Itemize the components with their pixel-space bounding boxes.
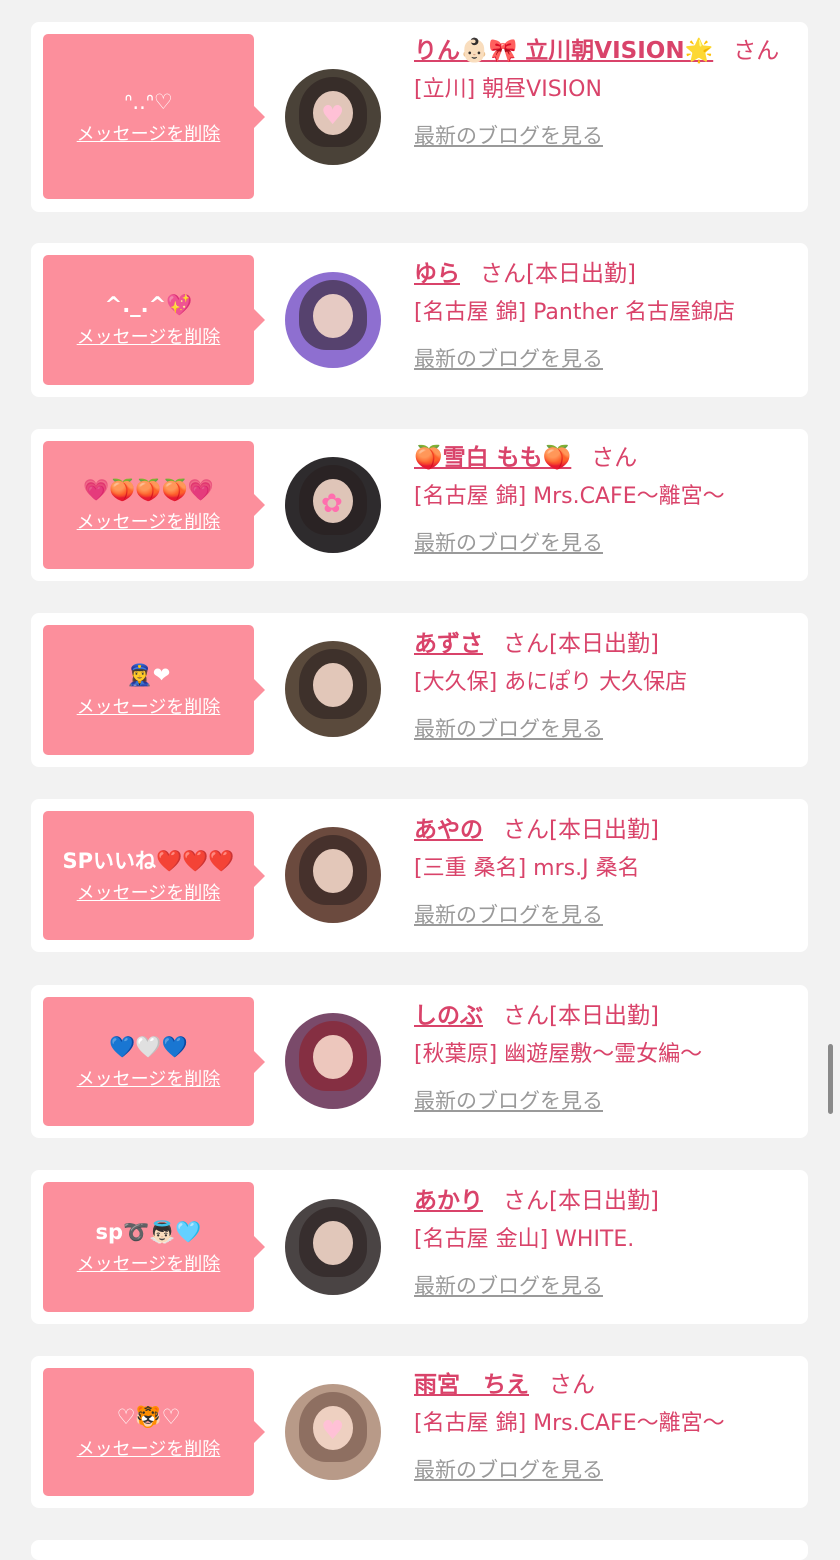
name-suffix: さん[本日出勤]	[480, 261, 636, 287]
favorite-card: 💗🍑🍑🍑💗 メッセージを削除 ✿ 🍑雪白 もも🍑 さん [名古屋 錦] Mrs.C…	[31, 429, 808, 581]
favorite-card	[31, 1540, 808, 1560]
cast-name-link[interactable]: しのぶ	[414, 1003, 483, 1029]
message-bubble: ♡🐯♡ メッセージを削除	[43, 1368, 265, 1496]
delete-message-link[interactable]: メッセージを削除	[77, 1435, 221, 1461]
cast-name-link[interactable]: あずさ	[414, 631, 483, 657]
name-suffix: さん	[591, 445, 638, 471]
avatar[interactable]	[285, 641, 381, 737]
message-bubble: 👮‍♀️❤ メッセージを削除	[43, 625, 265, 755]
cast-name-link[interactable]: あかり	[414, 1188, 483, 1214]
name-suffix: さん[本日出勤]	[503, 631, 659, 657]
message-bubble: SPいいね❤️❤️❤️ メッセージを削除	[43, 811, 265, 940]
message-bubble: 💙🤍💙 メッセージを削除	[43, 997, 265, 1126]
avatar[interactable]	[285, 1199, 381, 1295]
shop-name: [名古屋 錦] Mrs.CAFE〜離宮〜	[414, 1411, 725, 1436]
message-bubble: ^._.^💖 メッセージを削除	[43, 255, 265, 385]
scrollbar[interactable]	[828, 1044, 833, 1114]
message-text: ♡🐯♡	[116, 1405, 181, 1429]
message-bubble: ᐢ..ᐢ♡ メッセージを削除	[43, 34, 265, 199]
message-text: 👮‍♀️❤	[126, 663, 171, 687]
name-suffix: さん[本日出勤]	[503, 1188, 659, 1214]
message-text: ᐢ..ᐢ♡	[124, 89, 173, 114]
cast-name-link[interactable]: ゆら	[414, 261, 460, 287]
favorite-card: ᐢ..ᐢ♡ メッセージを削除 ♥ りん👶🏻🎀 立川朝VISION🌟 さん [立川]…	[31, 22, 808, 212]
favorite-card: 👮‍♀️❤ メッセージを削除 あずさ さん[本日出勤] [大久保] あにぽり 大久…	[31, 613, 808, 767]
shop-name: [名古屋 錦] Panther 名古屋錦店	[414, 300, 735, 325]
latest-blog-link[interactable]: 最新のブログを見る	[414, 713, 603, 743]
favorite-card: ^._.^💖 メッセージを削除 ゆら さん[本日出勤] [名古屋 錦] Panth…	[31, 243, 808, 397]
name-suffix: さん	[733, 38, 780, 64]
message-text: sp➰👼🏻🩵	[95, 1220, 202, 1244]
latest-blog-link[interactable]: 最新のブログを見る	[414, 899, 603, 929]
favorite-card: ♡🐯♡ メッセージを削除 ♥ 雨宮 ちえ さん [名古屋 錦] Mrs.CAFE〜…	[31, 1356, 808, 1508]
delete-message-link[interactable]: メッセージを削除	[77, 1250, 221, 1276]
message-text: ^._.^💖	[104, 293, 193, 317]
cast-name-link[interactable]: りん👶🏻🎀 立川朝VISION🌟	[414, 38, 713, 64]
cast-name-link[interactable]: 🍑雪白 もも🍑	[414, 445, 571, 471]
shop-name: [名古屋 錦] Mrs.CAFE〜離宮〜	[414, 484, 725, 509]
shop-name: [名古屋 金山] WHITE.	[414, 1227, 635, 1252]
favorite-card: sp➰👼🏻🩵 メッセージを削除 あかり さん[本日出勤] [名古屋 金山] WHI…	[31, 1170, 808, 1324]
shop-name: [三重 桑名] mrs.J 桑名	[414, 856, 640, 881]
latest-blog-link[interactable]: 最新のブログを見る	[414, 1454, 603, 1484]
delete-message-link[interactable]: メッセージを削除	[77, 120, 221, 146]
avatar[interactable]: ✿	[285, 457, 381, 553]
name-suffix: さん[本日出勤]	[503, 817, 659, 843]
latest-blog-link[interactable]: 最新のブログを見る	[414, 1085, 603, 1115]
avatar[interactable]: ♥	[285, 1384, 381, 1480]
message-text: SPいいね❤️❤️❤️	[62, 848, 235, 873]
avatar[interactable]: ♥	[285, 69, 381, 165]
name-suffix: さん[本日出勤]	[503, 1003, 659, 1029]
cast-name-link[interactable]: あやの	[414, 817, 483, 843]
latest-blog-link[interactable]: 最新のブログを見る	[414, 527, 603, 557]
avatar[interactable]	[285, 827, 381, 923]
shop-name: [大久保] あにぽり 大久保店	[414, 670, 688, 695]
delete-message-link[interactable]: メッセージを削除	[77, 323, 221, 349]
shop-name: [秋葉原] 幽遊屋敷〜霊女編〜	[414, 1042, 703, 1067]
delete-message-link[interactable]: メッセージを削除	[77, 508, 221, 534]
delete-message-link[interactable]: メッセージを削除	[77, 879, 221, 905]
favorite-card: 💙🤍💙 メッセージを削除 しのぶ さん[本日出勤] [秋葉原] 幽遊屋敷〜霊女編〜…	[31, 985, 808, 1138]
cast-name-link[interactable]: 雨宮 ちえ	[414, 1372, 529, 1398]
delete-message-link[interactable]: メッセージを削除	[77, 693, 221, 719]
favorite-card: SPいいね❤️❤️❤️ メッセージを削除 あやの さん[本日出勤] [三重 桑名]…	[31, 799, 808, 952]
avatar[interactable]	[285, 1013, 381, 1109]
name-suffix: さん	[549, 1372, 595, 1398]
avatar[interactable]	[285, 272, 381, 368]
message-bubble: sp➰👼🏻🩵 メッセージを削除	[43, 1182, 265, 1312]
shop-name: [立川] 朝昼VISION	[414, 77, 602, 102]
latest-blog-link[interactable]: 最新のブログを見る	[414, 1270, 603, 1300]
message-bubble: 💗🍑🍑🍑💗 メッセージを削除	[43, 441, 265, 569]
latest-blog-link[interactable]: 最新のブログを見る	[414, 343, 603, 373]
message-text: 💗🍑🍑🍑💗	[83, 478, 214, 502]
latest-blog-link[interactable]: 最新のブログを見る	[414, 120, 603, 150]
message-text: 💙🤍💙	[109, 1034, 188, 1059]
delete-message-link[interactable]: メッセージを削除	[77, 1065, 221, 1091]
